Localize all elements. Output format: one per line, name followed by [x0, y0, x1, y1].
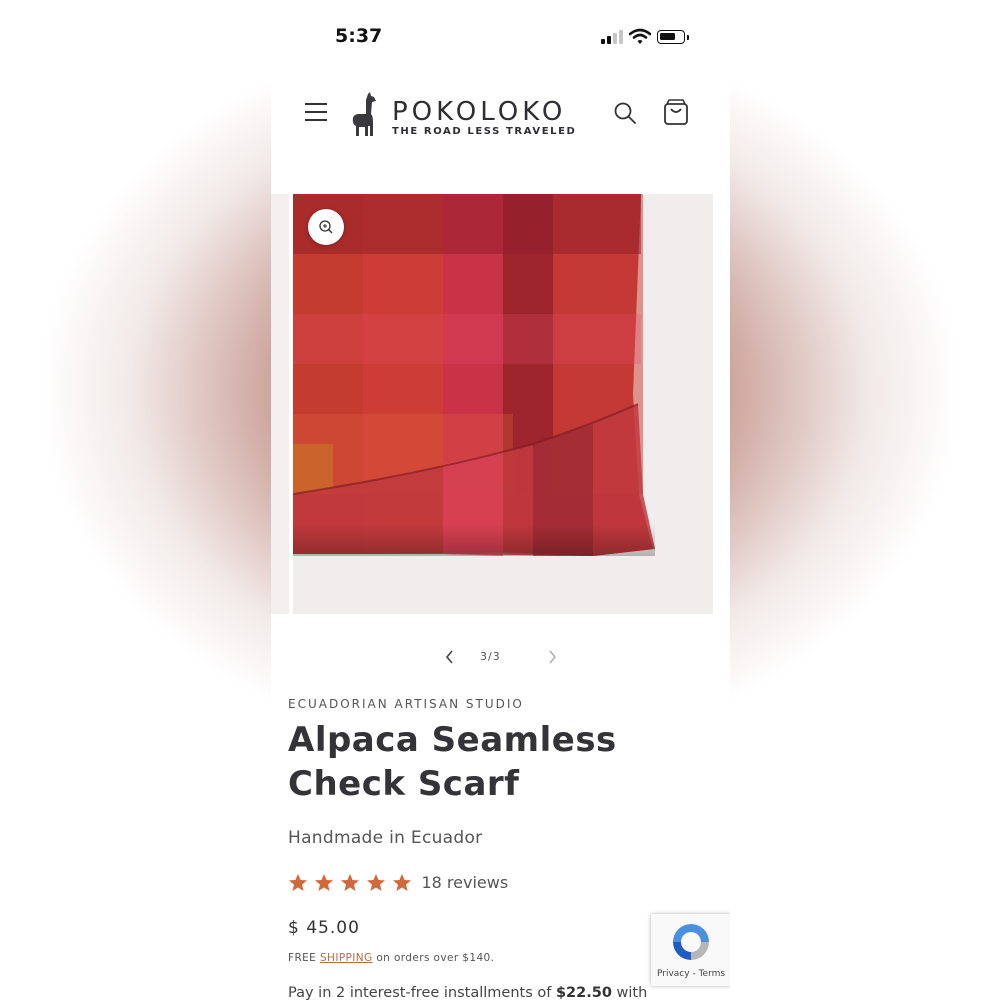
shipping-suffix: on orders over $140.: [376, 952, 495, 964]
scarf-image: [293, 194, 713, 614]
slide-counter: 3/3: [480, 650, 501, 663]
zoom-button[interactable]: [308, 209, 344, 245]
star-icon: [315, 873, 334, 891]
product-image[interactable]: [293, 194, 713, 614]
installments-note: Pay in 2 interest-free installments of $…: [288, 985, 647, 1000]
shipping-prefix: FREE: [288, 952, 317, 964]
product-subtitle: Handmade in Ecuador: [288, 828, 483, 848]
installments-prefix: Pay in 2 interest-free installments of: [288, 985, 552, 1000]
star-icon: [289, 873, 307, 891]
star-icon: [393, 873, 412, 891]
brand-logo[interactable]: POKOLOKO THE ROAD LESS TRAVELED: [349, 90, 577, 140]
chevron-left-icon[interactable]: [441, 647, 459, 667]
gallery-pager: 3/3: [271, 645, 730, 669]
wifi-icon: [629, 28, 651, 44]
shipping-link[interactable]: SHIPPING: [320, 952, 373, 964]
product-title: Alpaca Seamless Check Scarf: [288, 720, 617, 804]
recaptcha-badge[interactable]: Privacy - Terms: [651, 914, 730, 986]
chevron-right-icon[interactable]: [543, 647, 561, 667]
recaptcha-links: Privacy - Terms: [657, 969, 725, 979]
previous-slide-peek: [271, 194, 289, 614]
phone-screen: 5:37 POKOLOKO THE ROAD LESS TRAVELED 3/3…: [271, 0, 730, 1000]
product-price: $ 45.00: [288, 918, 360, 938]
brand-tagline: THE ROAD LESS TRAVELED: [392, 126, 577, 137]
status-time: 5:37: [335, 25, 383, 47]
cart-icon[interactable]: [663, 98, 689, 126]
brand-name: POKOLOKO: [392, 97, 567, 127]
product-gallery[interactable]: [271, 194, 730, 614]
llama-logo-icon: [352, 92, 376, 136]
recaptcha-logo-icon: [673, 924, 709, 960]
star-icon: [367, 873, 386, 891]
reviews-link[interactable]: 18 reviews: [421, 873, 508, 892]
battery-tip: [687, 35, 689, 40]
recaptcha-separator: -: [692, 969, 696, 979]
installments-suffix: with: [616, 985, 648, 1000]
zoom-in-icon: [319, 220, 333, 234]
cellular-signal-icon: [601, 30, 623, 44]
recaptcha-terms-link[interactable]: Terms: [699, 969, 726, 979]
shipping-note: FREE SHIPPING on orders over $140.: [288, 952, 494, 964]
battery-icon: [657, 30, 685, 44]
product-rating[interactable]: 18 reviews: [288, 872, 508, 896]
installments-amount: $22.50: [555, 985, 612, 1000]
star-icon: [341, 873, 360, 891]
product-vendor: ECUADORIAN ARTISAN STUDIO: [288, 697, 524, 711]
search-icon[interactable]: [613, 101, 637, 125]
hamburger-menu-icon[interactable]: [305, 101, 327, 123]
recaptcha-privacy-link[interactable]: Privacy: [657, 969, 690, 979]
